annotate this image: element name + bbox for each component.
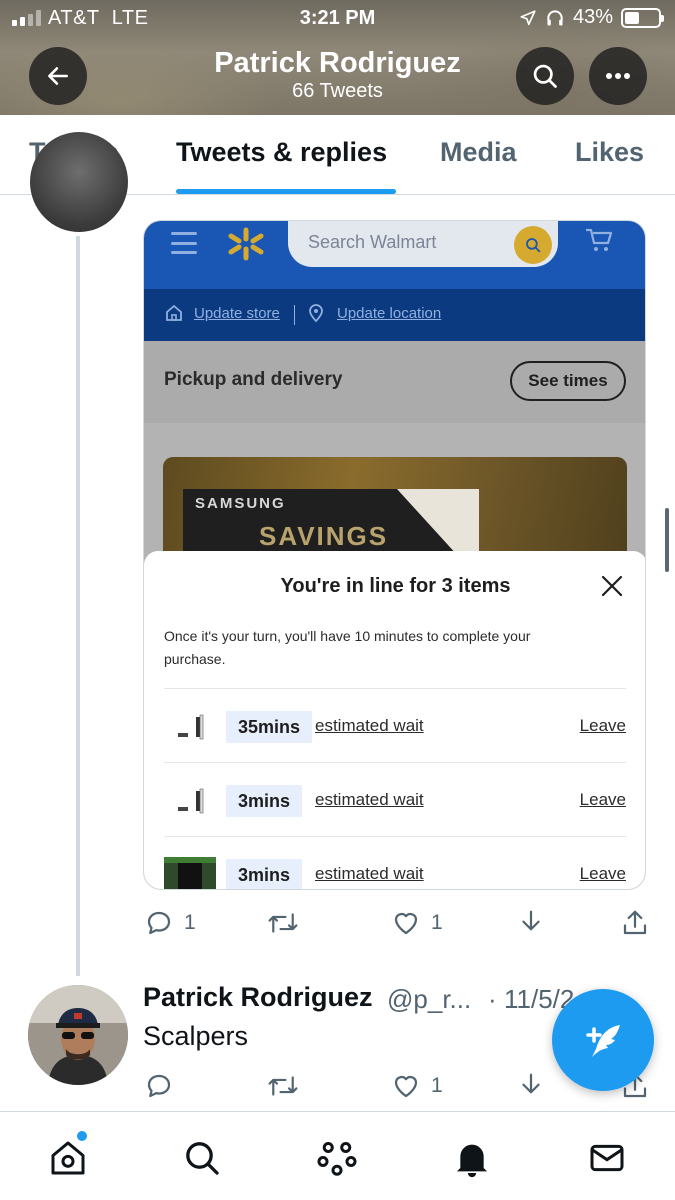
queue-item: 3mins estimated wait Leave bbox=[164, 836, 626, 889]
tweet-text: Scalpers bbox=[143, 1021, 249, 1051]
tweet-author-name[interactable]: Patrick Rodriguez bbox=[143, 982, 373, 1013]
queue-item: 3mins estimated wait Leave bbox=[164, 762, 626, 836]
retweet-icon bbox=[268, 1076, 298, 1096]
retweet-icon bbox=[268, 913, 298, 933]
messages-icon bbox=[590, 1144, 624, 1172]
battery-percent: 43% bbox=[572, 6, 613, 28]
new-content-dot bbox=[77, 1131, 87, 1141]
download-button[interactable] bbox=[516, 908, 546, 938]
avatar[interactable] bbox=[28, 985, 128, 1085]
spaces-icon bbox=[317, 1141, 357, 1176]
share-icon bbox=[623, 910, 647, 935]
heart-icon bbox=[394, 1075, 418, 1098]
wait-time: 35mins bbox=[226, 711, 313, 743]
nav-spaces[interactable] bbox=[315, 1136, 359, 1180]
reply-icon bbox=[147, 1074, 171, 1098]
download-button[interactable] bbox=[516, 1071, 546, 1101]
tab-media[interactable]: Media bbox=[440, 137, 517, 168]
see-times-button: See times bbox=[510, 361, 626, 401]
wait-time: 3mins bbox=[226, 859, 303, 889]
battery-fill bbox=[625, 11, 639, 24]
battery-icon bbox=[621, 7, 664, 28]
walmart-search-bar: Search Walmart bbox=[288, 221, 558, 267]
queue-title: You're in line for 3 items bbox=[280, 575, 511, 597]
promo-brand: SAMSUNG bbox=[195, 495, 286, 512]
more-icon bbox=[606, 73, 630, 79]
store-icon bbox=[166, 304, 182, 321]
leave-link: Leave bbox=[579, 790, 626, 809]
queue-item: 35mins estimated wait Leave bbox=[164, 688, 626, 762]
cart-icon bbox=[586, 228, 613, 251]
tweet-count: 66 Tweets bbox=[292, 80, 383, 102]
search-icon bbox=[533, 64, 557, 88]
tweet-media-image[interactable]: Search Walmart Update store Update locat… bbox=[143, 220, 646, 890]
notifications-icon bbox=[457, 1144, 487, 1178]
headphones-icon bbox=[547, 9, 563, 25]
active-tab-indicator bbox=[176, 189, 396, 194]
avatar[interactable] bbox=[30, 132, 128, 232]
compose-quill-icon bbox=[586, 1025, 620, 1057]
status-bar: AT&T LTE 3:21 PM 43% bbox=[0, 0, 675, 38]
download-arrow-icon bbox=[522, 910, 540, 931]
like-count: 1 bbox=[431, 911, 443, 934]
promo-text: SAVINGS bbox=[259, 521, 389, 551]
like-button[interactable]: 1 bbox=[391, 908, 443, 938]
avatar-photo bbox=[28, 985, 128, 1085]
leave-link: Leave bbox=[579, 864, 626, 883]
search-button[interactable] bbox=[516, 47, 574, 105]
tweet-author-handle[interactable]: @p_r... bbox=[387, 984, 471, 1015]
walmart-search-icon bbox=[514, 226, 552, 264]
leave-link: Leave bbox=[579, 716, 626, 735]
retweet-button[interactable] bbox=[266, 1071, 300, 1101]
more-button[interactable] bbox=[589, 47, 647, 105]
console-thumbnail bbox=[164, 857, 216, 889]
console-thumbnail bbox=[178, 714, 204, 740]
nav-messages[interactable] bbox=[585, 1136, 629, 1180]
reply-icon bbox=[147, 911, 171, 935]
thread-line bbox=[76, 236, 80, 976]
location-pin-icon bbox=[309, 304, 323, 323]
nav-notifications[interactable] bbox=[450, 1136, 494, 1180]
wait-time: 3mins bbox=[226, 785, 303, 817]
walmart-spark-icon bbox=[228, 227, 264, 261]
reply-button[interactable] bbox=[144, 1071, 174, 1101]
estimated-wait-label: estimated wait bbox=[315, 790, 424, 809]
retweet-button[interactable] bbox=[266, 908, 300, 938]
update-location-link: Update location bbox=[337, 305, 442, 322]
estimated-wait-label: estimated wait bbox=[315, 716, 424, 735]
home-icon bbox=[51, 1141, 85, 1175]
like-count: 1 bbox=[431, 1074, 443, 1097]
meta-separator: · bbox=[488, 984, 497, 1014]
bottom-navigation bbox=[0, 1111, 675, 1200]
reply-button[interactable]: 1 bbox=[144, 908, 196, 938]
queue-description: Once it's your turn, you'll have 10 minu… bbox=[164, 628, 531, 667]
location-arrow-icon bbox=[520, 9, 536, 25]
menu-icon bbox=[171, 232, 197, 254]
tab-tweets-and-replies[interactable]: Tweets & replies bbox=[176, 137, 387, 168]
pickup-delivery-label: Pickup and delivery bbox=[164, 369, 343, 390]
queue-sheet: You're in line for 3 items Once it's you… bbox=[144, 551, 645, 889]
compose-tweet-button[interactable] bbox=[552, 989, 654, 1091]
update-store-link: Update store bbox=[194, 305, 280, 322]
console-thumbnail bbox=[178, 788, 204, 814]
reply-count: 1 bbox=[184, 911, 196, 934]
estimated-wait-label: estimated wait bbox=[315, 864, 424, 883]
download-arrow-icon bbox=[522, 1073, 540, 1094]
share-button[interactable] bbox=[620, 908, 650, 938]
nav-home[interactable] bbox=[46, 1136, 90, 1180]
close-icon bbox=[601, 575, 623, 597]
heart-icon bbox=[394, 912, 418, 935]
scrollbar[interactable] bbox=[665, 508, 669, 572]
nav-search[interactable] bbox=[180, 1136, 224, 1180]
walmart-search-placeholder: Search Walmart bbox=[308, 232, 437, 252]
like-button[interactable]: 1 bbox=[391, 1071, 443, 1101]
tab-likes[interactable]: Likes bbox=[575, 137, 644, 168]
search-icon bbox=[186, 1142, 219, 1175]
